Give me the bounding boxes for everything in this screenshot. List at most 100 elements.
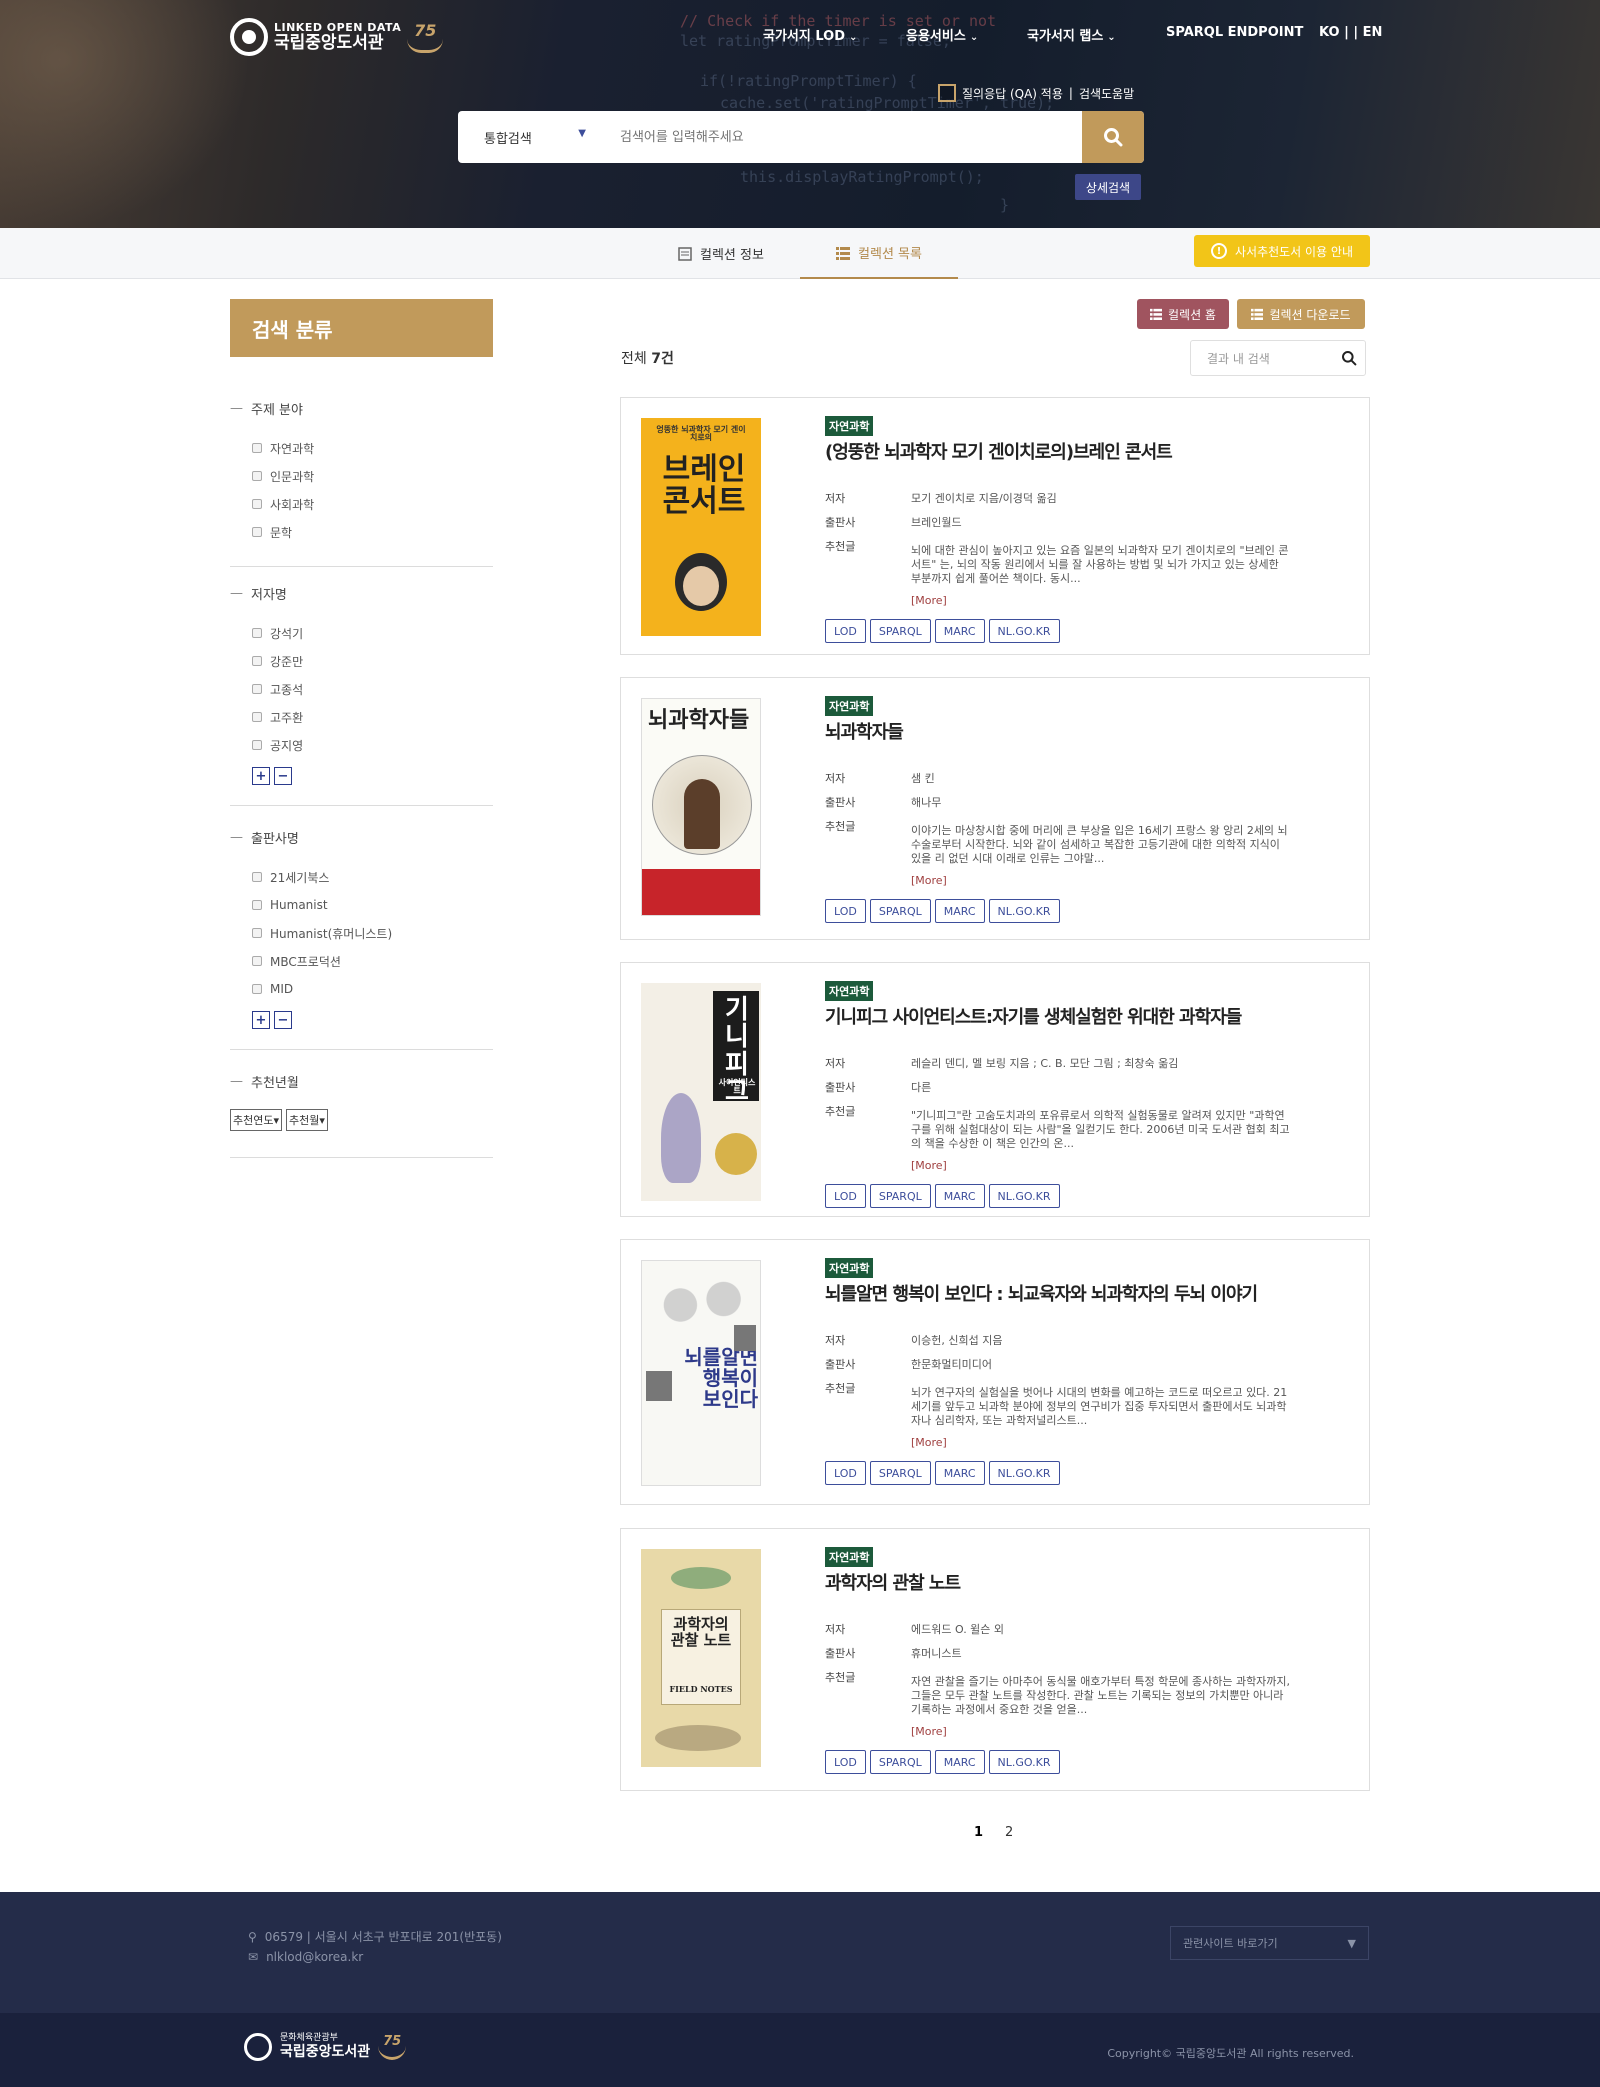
collection-download-button[interactable]: 컬렉션 다운로드: [1237, 299, 1365, 329]
checkbox[interactable]: [252, 872, 262, 882]
facet-option[interactable]: 고종석: [252, 675, 493, 703]
book-cover[interactable]: 뇌를알면 행복이 보인다: [641, 1260, 761, 1486]
page-1[interactable]: 1: [974, 1825, 983, 1840]
checkbox[interactable]: [252, 656, 262, 666]
book-cover[interactable]: 기니 피그 사이언티스트: [641, 983, 761, 1201]
sparql-link[interactable]: SPARQL: [869, 1750, 931, 1774]
month-select[interactable]: 추천월▾: [286, 1109, 328, 1131]
nl-go-kr-link[interactable]: NL.GO.KR: [988, 1461, 1060, 1485]
facet-title[interactable]: — 주제 분야: [230, 399, 493, 418]
in-result-search-input[interactable]: 결과 내 검색: [1190, 340, 1366, 376]
nl-go-kr-link[interactable]: NL.GO.KR: [988, 899, 1060, 923]
checkbox[interactable]: [252, 499, 262, 509]
sparql-link[interactable]: SPARQL: [869, 1461, 931, 1485]
search-scope-select[interactable]: 통합검색 ▼: [458, 128, 606, 147]
expand-button[interactable]: +: [252, 1011, 270, 1029]
sparql-link[interactable]: SPARQL: [869, 619, 931, 643]
book-publisher: 해나무: [911, 796, 942, 809]
marc-link[interactable]: MARC: [934, 899, 985, 923]
book-cover[interactable]: 엉뚱한 뇌과학자 모기 겐이치로의 브레인 콘서트: [641, 418, 761, 636]
qa-toggle[interactable]: 질의응답 (QA) 적용 | 검색도움말: [938, 84, 1134, 102]
expand-button[interactable]: +: [252, 767, 270, 785]
facet-title[interactable]: — 출판사명: [230, 828, 493, 847]
checkbox[interactable]: [252, 928, 262, 938]
facet-title[interactable]: — 추천년월: [230, 1072, 493, 1091]
facet-option[interactable]: 강석기: [252, 619, 493, 647]
tab-collection-list[interactable]: 컬렉션 목록: [800, 228, 958, 279]
book-cover[interactable]: 뇌과학자들: [641, 698, 761, 916]
checkbox[interactable]: [252, 712, 262, 722]
checkbox[interactable]: [252, 684, 262, 694]
book-title[interactable]: 뇌과학자들: [825, 718, 1305, 744]
marc-link[interactable]: MARC: [934, 1461, 985, 1485]
lod-link[interactable]: LOD: [825, 1184, 866, 1208]
lod-link[interactable]: LOD: [825, 1461, 866, 1485]
collapse-button[interactable]: −: [274, 767, 292, 785]
facet-option[interactable]: 자연과학: [252, 434, 493, 462]
collection-home-button[interactable]: 컬렉션 홈: [1137, 299, 1229, 329]
facet-option[interactable]: 공지영: [252, 731, 493, 759]
nl-go-kr-link[interactable]: NL.GO.KR: [988, 1184, 1060, 1208]
nav-item-labs[interactable]: 국가서지 랩스 ⌄: [1027, 25, 1116, 44]
book-title[interactable]: 과학자의 관찰 노트: [825, 1569, 1305, 1595]
facet-option[interactable]: MBC프로덕션: [252, 947, 493, 975]
nav-item-sparql[interactable]: SPARQL ENDPOINT: [1166, 25, 1303, 40]
more-link[interactable]: [More]: [911, 1725, 1305, 1738]
lod-link[interactable]: LOD: [825, 899, 866, 923]
checkbox[interactable]: [252, 628, 262, 638]
facet-option[interactable]: 고주환: [252, 703, 493, 731]
checkbox[interactable]: [252, 984, 262, 994]
search-input[interactable]: [606, 111, 1082, 163]
facet-option[interactable]: 문학: [252, 518, 493, 546]
facet-option[interactable]: 21세기북스: [252, 863, 493, 891]
sparql-link[interactable]: SPARQL: [869, 899, 931, 923]
more-link[interactable]: [More]: [911, 874, 1305, 887]
sparql-link[interactable]: SPARQL: [869, 1184, 931, 1208]
result-total: 전체 7건: [621, 351, 674, 367]
more-link[interactable]: [More]: [911, 594, 1305, 607]
language-switch[interactable]: KO | | EN: [1319, 25, 1382, 40]
checkbox[interactable]: [252, 956, 262, 966]
facet-option[interactable]: 사회과학: [252, 490, 493, 518]
facet-option[interactable]: MID: [252, 975, 493, 1003]
checkbox[interactable]: [252, 471, 262, 481]
lod-link[interactable]: LOD: [825, 1750, 866, 1774]
search-button[interactable]: [1082, 111, 1144, 163]
facet-option[interactable]: 인문과학: [252, 462, 493, 490]
advanced-search-button[interactable]: 상세검색: [1075, 174, 1141, 200]
librarian-guide-button[interactable]: ! 사서추천도서 이용 안내: [1194, 235, 1370, 267]
nav-item-services[interactable]: 응용서비스 ⌄: [906, 25, 978, 44]
year-select[interactable]: 추천연도▾: [230, 1109, 283, 1131]
facet-option[interactable]: 강준만: [252, 647, 493, 675]
book-title[interactable]: 기니피그 사이언티스트:자기를 생체실험한 위대한 과학자들: [825, 1003, 1305, 1029]
nl-go-kr-link[interactable]: NL.GO.KR: [988, 619, 1060, 643]
book-cover[interactable]: 과학자의 관찰 노트 FIELD NOTES: [641, 1549, 761, 1767]
site-logo[interactable]: LINKED OPEN DATA 국립중앙도서관 75: [230, 18, 444, 56]
qa-checkbox[interactable]: [938, 84, 956, 102]
chevron-down-icon: ⌄: [969, 32, 979, 43]
nl-go-kr-link[interactable]: NL.GO.KR: [988, 1750, 1060, 1774]
anniversary-badge: 75: [407, 21, 444, 53]
nav-item-lod[interactable]: 국가서지 LOD ⌄: [763, 25, 857, 44]
checkbox[interactable]: [252, 443, 262, 453]
checkbox[interactable]: [252, 900, 262, 910]
marc-link[interactable]: MARC: [934, 1184, 985, 1208]
facet-title[interactable]: — 저자명: [230, 584, 493, 603]
facet-option[interactable]: Humanist: [252, 891, 493, 919]
book-title[interactable]: (엉뚱한 뇌과학자 모기 겐이치로의)브레인 콘서트: [825, 438, 1305, 464]
more-link[interactable]: [More]: [911, 1436, 1305, 1449]
page-2[interactable]: 2: [1005, 1825, 1013, 1840]
search-help-link[interactable]: 검색도움말: [1079, 85, 1134, 102]
marc-link[interactable]: MARC: [934, 1750, 985, 1774]
search-icon[interactable]: [1341, 350, 1357, 366]
lod-link[interactable]: LOD: [825, 619, 866, 643]
collapse-button[interactable]: −: [274, 1011, 292, 1029]
facet-option[interactable]: Humanist(휴머니스트): [252, 919, 493, 947]
checkbox[interactable]: [252, 527, 262, 537]
more-link[interactable]: [More]: [911, 1159, 1305, 1172]
related-sites-select[interactable]: 관련사이트 바로가기 ▼: [1170, 1926, 1369, 1960]
checkbox[interactable]: [252, 740, 262, 750]
book-title[interactable]: 뇌를알면 행복이 보인다 : 뇌교육자와 뇌과학자의 두뇌 이야기: [825, 1280, 1305, 1306]
tab-collection-info[interactable]: 컬렉션 정보: [678, 228, 764, 279]
marc-link[interactable]: MARC: [934, 619, 985, 643]
